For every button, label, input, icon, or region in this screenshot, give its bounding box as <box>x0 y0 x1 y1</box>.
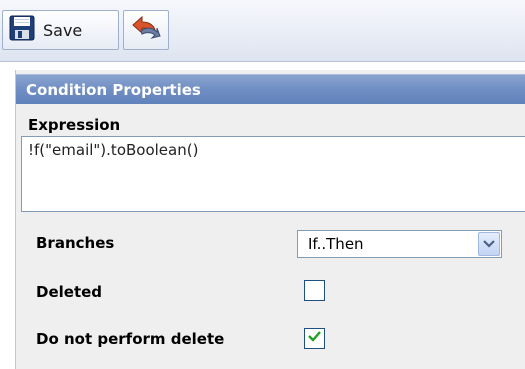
toolbar: Save <box>0 0 525 62</box>
deleted-label: Deleted <box>36 283 103 301</box>
checkmark-icon <box>307 329 322 348</box>
floppy-disk-icon <box>9 15 35 45</box>
undo-button[interactable] <box>123 10 169 50</box>
condition-properties-panel: Condition Properties Expression !f("emai… <box>15 70 525 369</box>
save-button-label: Save <box>43 20 83 40</box>
condition-editor-page: Save Condition Properties Expression !f(… <box>0 0 525 369</box>
toolbar-divider <box>0 61 525 62</box>
branches-selected-value: If..Then <box>308 235 364 253</box>
expression-label: Expression <box>28 116 121 134</box>
deleted-checkbox[interactable] <box>304 280 325 301</box>
panel-header: Condition Properties <box>16 74 525 104</box>
branches-label: Branches <box>36 234 115 252</box>
expression-input[interactable]: !f("email").toBoolean() <box>21 136 525 212</box>
do-not-perform-delete-checkbox[interactable] <box>304 328 325 349</box>
save-button[interactable]: Save <box>2 10 119 50</box>
do-not-perform-delete-label: Do not perform delete <box>36 330 225 348</box>
chevron-down-icon[interactable] <box>478 232 500 256</box>
branches-select[interactable]: If..Then <box>297 230 502 258</box>
undo-arrow-icon <box>130 14 162 46</box>
panel-title: Condition Properties <box>26 81 201 99</box>
